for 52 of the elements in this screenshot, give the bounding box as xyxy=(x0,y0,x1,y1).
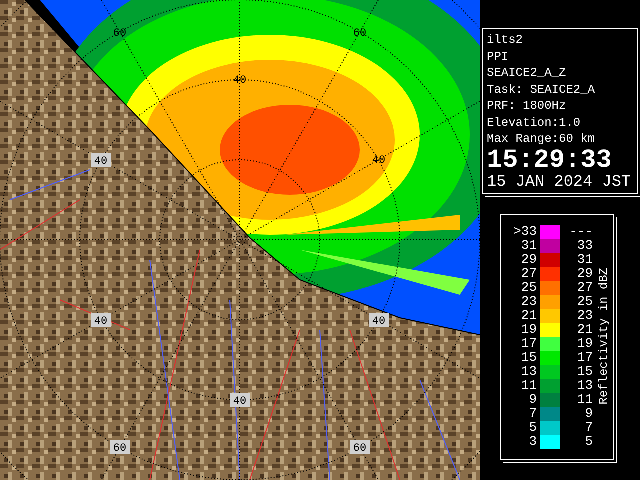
range-label: 60 xyxy=(110,440,130,455)
legend-label: 19 xyxy=(576,336,593,350)
legend-label: 17 xyxy=(576,350,593,364)
info-text: SEAICE2_A_Z xyxy=(487,65,566,82)
legend-label: 21 xyxy=(520,308,537,322)
legend-label: 33 xyxy=(576,238,593,252)
legend-label: 9 xyxy=(584,406,593,420)
range-label: 60 xyxy=(353,28,367,40)
range-label: 40 xyxy=(91,153,111,168)
info-text: PRF: 1800Hz xyxy=(487,98,566,114)
info-text: Task: SEAICE2_A xyxy=(487,82,596,98)
legend-label: 7 xyxy=(528,406,537,420)
legend-label: 23 xyxy=(576,308,593,322)
legend-label: 7 xyxy=(584,420,593,434)
legend-label: 19 xyxy=(520,322,537,336)
legend-label: --- xyxy=(568,224,593,238)
legend-label: >33 xyxy=(512,224,537,238)
legend-label: 29 xyxy=(520,252,537,266)
range-label: 40 xyxy=(91,313,111,328)
range-label: 40 xyxy=(369,313,389,328)
legend-label: 31 xyxy=(520,238,537,252)
range-label: 40 xyxy=(372,155,386,167)
legend-label: 11 xyxy=(520,378,537,392)
legend-label: 5 xyxy=(584,434,593,448)
legend-label: 5 xyxy=(528,420,537,434)
time-text: 15:29:33 xyxy=(487,148,612,172)
legend-label: 27 xyxy=(520,266,537,280)
range-label: 60 xyxy=(350,440,370,455)
legend-label: 3 xyxy=(528,434,537,448)
range-label: 40 xyxy=(233,75,247,87)
legend-label: 25 xyxy=(576,294,593,308)
legend-label: 27 xyxy=(576,280,593,294)
range-label: 60 xyxy=(113,28,127,40)
legend-label: 23 xyxy=(520,294,537,308)
legend-label: 17 xyxy=(520,336,537,350)
legend-label: 21 xyxy=(576,322,593,336)
legend-label: 9 xyxy=(528,392,537,406)
date-text: 15 JAN 2024 JST xyxy=(487,172,632,190)
legend-label: 13 xyxy=(520,364,537,378)
legend-label: 15 xyxy=(576,364,593,378)
legend-label: 11 xyxy=(576,392,593,406)
legend-label: 25 xyxy=(520,280,537,294)
legend-label: 13 xyxy=(576,378,593,392)
info-text: Max Range:60 km xyxy=(487,131,596,148)
range-label: 40 xyxy=(230,393,250,408)
info-text: PPI xyxy=(487,48,509,65)
legend-title: Reflectivity in dBZ xyxy=(597,268,611,405)
info-text: Elevation:1.0 xyxy=(487,114,581,131)
info-text: ilts2 xyxy=(487,32,524,48)
legend-label: 15 xyxy=(520,350,537,364)
legend-label: 29 xyxy=(576,266,593,280)
legend-label: 31 xyxy=(576,252,593,266)
